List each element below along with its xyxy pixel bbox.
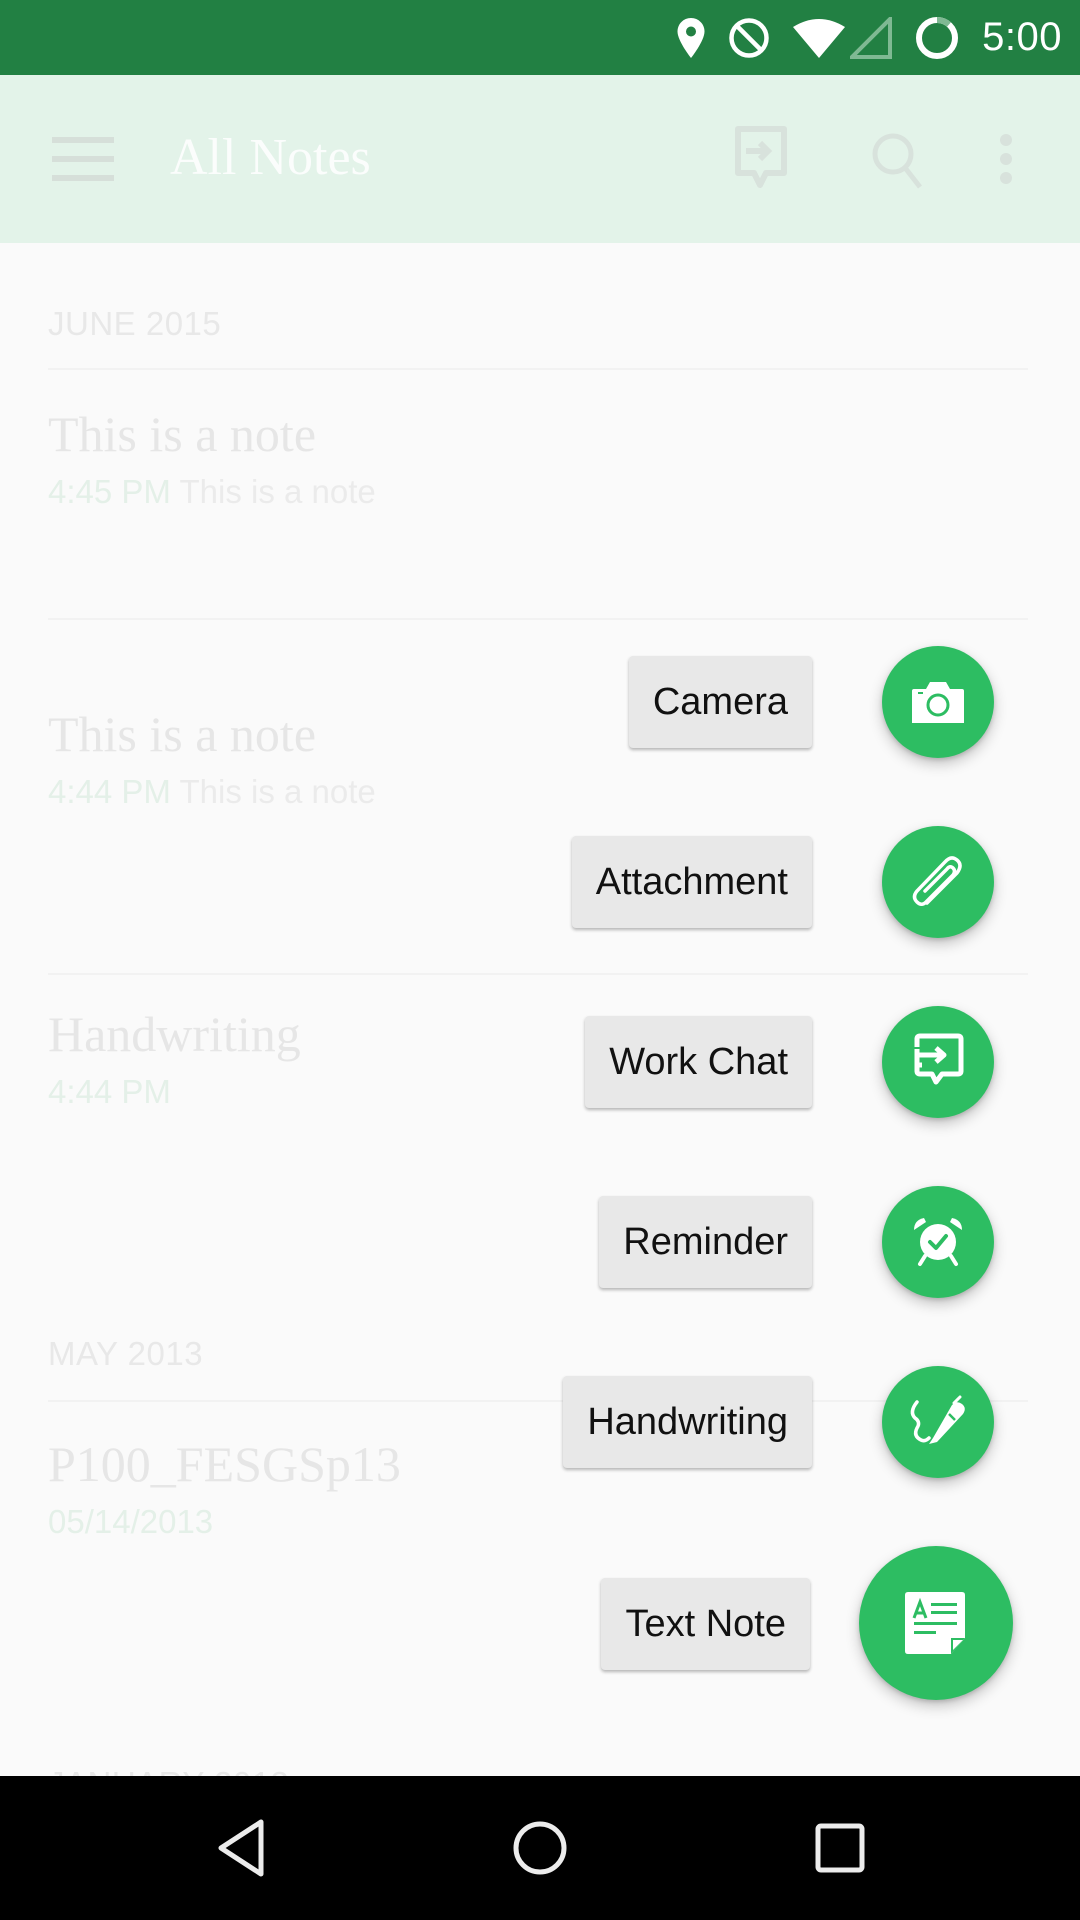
more-options-button[interactable] [996,133,1016,190]
more-vert-icon [1000,134,1012,184]
divider [48,1400,1028,1402]
location-icon [677,17,705,58]
back-icon [218,1819,264,1877]
reminder-label[interactable]: Reminder [599,1196,812,1288]
recents-button[interactable] [804,1812,876,1884]
page-title: All Notes [170,129,371,186]
alarm-clock-icon [914,1218,962,1266]
section-header: MAY 2013 [48,1335,204,1372]
note-meta: 4:44 PM This is a note [48,773,376,811]
reminder-button[interactable] [882,1186,994,1298]
handwriting-label[interactable]: Handwriting [563,1376,812,1468]
attachment-label[interactable]: Attachment [571,836,812,928]
divider [48,618,1028,620]
note-meta: 05/14/2013 [48,1503,213,1541]
note-title: This is a note [48,706,317,762]
navigation-bar [0,1776,1080,1920]
work-chat-icon [914,1033,964,1085]
search-icon [872,133,922,189]
back-button[interactable] [205,1812,277,1884]
handwriting-button[interactable] [882,1366,994,1478]
work-chat-button[interactable] [732,125,790,198]
status-bar: 5:00 [0,0,1080,75]
note-title: Handwriting [48,1006,301,1062]
section-header: JANUARY 2013 [48,1765,289,1776]
camera-icon [912,682,964,723]
note-time: 05/14/2013 [48,1503,214,1540]
clock: 5:00 [982,15,1062,59]
work-chat-icon [735,126,787,188]
note-meta: 4:45 PM This is a note [48,473,376,511]
divider [48,973,1028,975]
camera-label[interactable]: Camera [628,656,812,748]
paperclip-icon [912,856,962,906]
do-not-disturb-icon [729,17,769,58]
battery-charging-icon [916,16,959,59]
wifi-icon [793,18,846,58]
hamburger-menu-icon[interactable] [52,137,114,181]
text-note-label[interactable]: Text Note [601,1578,810,1670]
section-header: JUNE 2015 [48,305,222,342]
note-meta: 4:44 PM [48,1073,171,1111]
note-time: 4:44 PM [48,773,171,810]
note-snippet: This is a note [179,473,376,510]
note-time: 4:44 PM [48,1073,171,1110]
recents-icon [815,1823,865,1873]
camera-button[interactable] [882,646,994,758]
note-title: P100_FESGSp13 [48,1436,401,1492]
text-note-button[interactable] [859,1546,1013,1700]
note-time: 4:45 PM [48,473,171,510]
work-chat-fab-button[interactable] [882,1006,994,1118]
divider [48,368,1028,370]
work-chat-label[interactable]: Work Chat [585,1016,812,1108]
home-icon [513,1821,567,1875]
cell-signal-icon [850,16,893,59]
handwriting-pen-icon [910,1395,965,1444]
note-title: This is a note [48,406,317,462]
attachment-button[interactable] [882,826,994,938]
search-button[interactable] [870,131,926,196]
home-button[interactable] [504,1812,576,1884]
app-bar: All Notes [0,75,1080,243]
note-snippet: This is a note [179,773,376,810]
text-note-icon [905,1592,965,1654]
